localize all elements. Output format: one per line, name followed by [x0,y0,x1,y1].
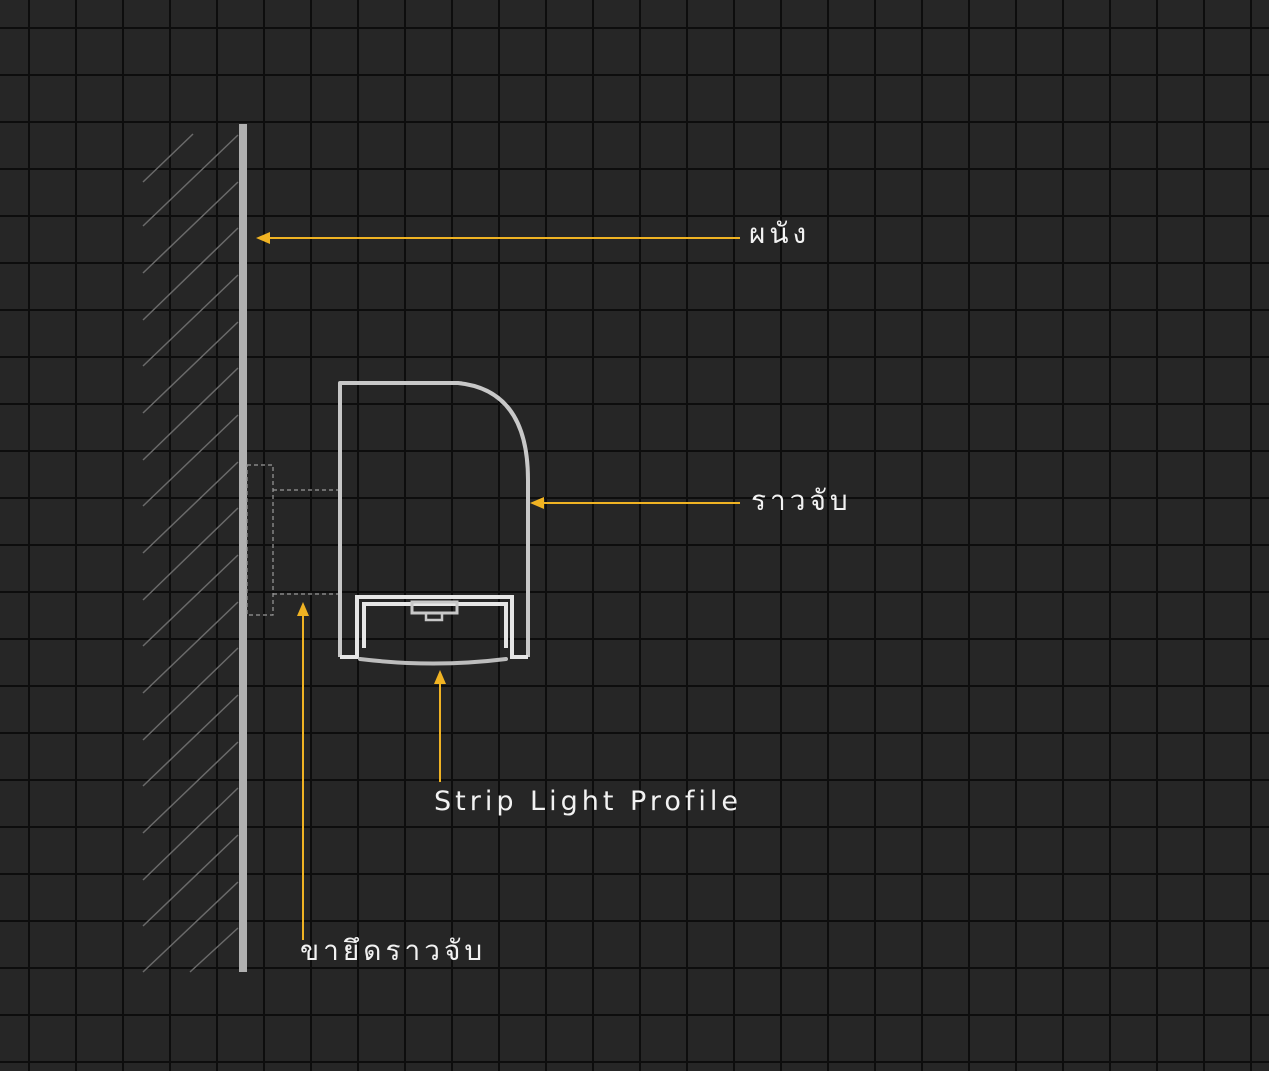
handrail-bracket [246,464,338,616]
strip-light-profile [340,595,528,666]
strip-light-profile-label: Strip Light Profile [434,786,742,817]
diffuser-cover [358,657,508,666]
wall-line [239,124,247,972]
diagram-canvas: ผนัง ราวจับ Strip Light Profile ขายึดราว… [0,0,1269,1071]
led-chip [424,611,444,622]
bracket-arrow [297,602,309,940]
wall-arrow [256,232,740,244]
wall-hatching [142,133,239,973]
handrail-profile [338,381,530,657]
handrail-arrow [530,497,740,509]
handrail-label: ราวจับ [751,484,852,517]
handrail-cross-section-diagram [142,124,740,973]
wall-label: ผนัง [749,217,811,250]
handrail-bracket-label: ขายึดราวจับ [300,934,487,967]
strip-light-arrow [434,670,446,782]
